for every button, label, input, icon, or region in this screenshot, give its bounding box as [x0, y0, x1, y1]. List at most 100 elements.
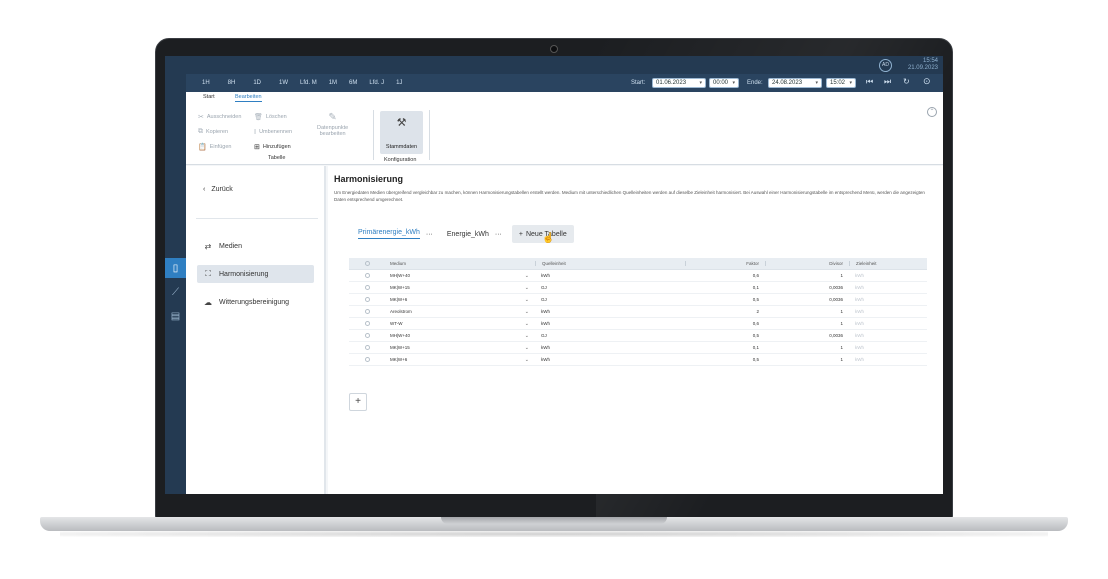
laptop-shadow — [60, 531, 1048, 537]
table-row[interactable]: MK|W+6 ⌄ kWh 0,5 1 kWh — [349, 354, 927, 366]
divisor-cell[interactable]: 0,0036 — [765, 333, 849, 338]
target-unit-cell: kWh — [855, 333, 864, 338]
avatar[interactable]: AD — [879, 59, 892, 72]
checkbox-icon — [364, 309, 370, 314]
medium-select[interactable]: MH|W+40 ⌄ — [385, 273, 535, 279]
range-6m[interactable]: 6M — [349, 80, 357, 86]
range-1m[interactable]: 1M — [329, 80, 337, 86]
range-1d[interactable]: 1D — [253, 80, 261, 86]
back-button[interactable]: ‹ Zurück — [203, 186, 233, 193]
sidebar-item-medien[interactable]: ⇄ Medien — [197, 237, 314, 255]
end-date-field[interactable]: 24.08.2023 ▾ — [768, 78, 822, 88]
divisor-cell[interactable]: 1 — [765, 345, 849, 350]
row-checkbox[interactable] — [349, 333, 385, 338]
source-unit-cell[interactable]: GJ — [535, 333, 685, 338]
end-time-field[interactable]: 15:02 ▾ — [826, 78, 856, 88]
sidebar-item-harmonisierung[interactable]: ⛶ Harmonisierung — [197, 265, 314, 283]
source-unit-cell[interactable]: kWh — [535, 321, 685, 326]
medium-select[interactable]: MK|W+6 ⌄ — [385, 357, 535, 363]
tab-menu-button[interactable]: ··· — [426, 231, 433, 238]
source-unit-cell[interactable]: kWh — [535, 309, 685, 314]
master-data-button[interactable]: ⚒ Stammdaten — [380, 111, 423, 154]
source-unit-cell[interactable]: kWh — [535, 273, 685, 278]
chart-icon: ⟋ — [172, 286, 179, 298]
range-lfd-m[interactable]: Lfd. M — [300, 80, 317, 86]
medium-value: MK|W+6 — [390, 296, 408, 302]
rail-item-chart[interactable]: ⟋ — [165, 282, 186, 302]
factor-cell[interactable]: 0,1 — [685, 345, 765, 350]
divisor-cell[interactable]: 1 — [765, 321, 849, 326]
divisor-cell[interactable]: 0,0036 — [765, 297, 849, 302]
divisor-cell[interactable]: 1 — [765, 273, 849, 278]
source-unit-cell[interactable]: kWh — [535, 357, 685, 362]
chevron-circle-icon[interactable]: ⊙ — [923, 76, 931, 87]
delete-button[interactable]: 🗑 Löschen — [254, 113, 287, 121]
medium-select[interactable]: WT-W ⌄ — [385, 321, 535, 327]
datapoints-button[interactable]: ✎ Datenpunkte bearbeiten — [317, 112, 348, 137]
medium-select[interactable]: MK|W+15 ⌄ — [385, 345, 535, 351]
factor-cell[interactable]: 0,6 — [685, 321, 765, 326]
row-checkbox[interactable] — [349, 297, 385, 302]
table-row[interactable]: MH|W+40 ⌄ kWh 0,6 1 kWh — [349, 270, 927, 282]
paste-button[interactable]: 📋 Einfügen — [198, 143, 231, 151]
table-row[interactable]: MK|W+15 ⌄ kWh 0,1 1 kWh — [349, 342, 927, 354]
divisor-cell[interactable]: 1 — [765, 357, 849, 362]
table-row[interactable]: MK|W+15 ⌄ GJ 0,1 0,0036 kWh — [349, 282, 927, 294]
table-row[interactable]: Areolstrom ⌄ kWh 2 1 kWh — [349, 306, 927, 318]
rail-item-device[interactable]: ▯ — [165, 258, 186, 278]
factor-cell[interactable]: 0,1 — [685, 285, 765, 290]
rename-button[interactable]: Ⅰ Umbenennen — [254, 128, 292, 136]
skip-back-icon[interactable]: ⏮ — [866, 77, 873, 87]
chevron-left-icon: ‹ — [203, 186, 206, 193]
source-unit-cell[interactable]: kWh — [535, 345, 685, 350]
range-lfd-j[interactable]: Lfd. J — [369, 80, 384, 86]
range-1h[interactable]: 1H — [202, 80, 210, 86]
table-body: MH|W+40 ⌄ kWh 0,6 1 kWh MK|W+15 ⌄ GJ 0,1 0,0036 kWh… — [349, 270, 927, 366]
medium-select[interactable]: Areolstrom ⌄ — [385, 309, 535, 315]
divisor-cell[interactable]: 0,0036 — [765, 285, 849, 290]
table-row[interactable]: MH|W+40 ⌄ GJ 0,5 0,0036 kWh — [349, 330, 927, 342]
rail-item-report[interactable]: ▤ — [165, 306, 186, 326]
source-unit-cell[interactable]: GJ — [535, 285, 685, 290]
tab-bearbeiten[interactable]: Bearbeiten — [235, 94, 262, 102]
range-8h[interactable]: 8H — [228, 80, 236, 86]
cut-button[interactable]: ✂ Ausschneiden — [198, 113, 241, 121]
row-checkbox[interactable] — [349, 321, 385, 326]
source-unit-cell[interactable]: GJ — [535, 297, 685, 302]
tab-primaerenergie[interactable]: Primärenergie_kWh — [358, 229, 420, 239]
tab-menu-button[interactable]: ··· — [495, 231, 502, 238]
skip-forward-icon[interactable]: ⏭ — [884, 77, 891, 87]
add-button[interactable]: ⊞ Hinzufügen — [254, 143, 291, 151]
medium-select[interactable]: MH|W+40 ⌄ — [385, 333, 535, 339]
row-checkbox[interactable] — [349, 309, 385, 314]
checkbox-icon — [364, 357, 370, 362]
row-checkbox[interactable] — [349, 357, 385, 362]
factor-cell[interactable]: 0,5 — [685, 357, 765, 362]
range-1j[interactable]: 1J — [396, 80, 402, 86]
medium-select[interactable]: MK|W+6 ⌄ — [385, 297, 535, 303]
table-row[interactable]: WT-W ⌄ kWh 0,6 1 kWh — [349, 318, 927, 330]
row-checkbox[interactable] — [349, 273, 385, 278]
refresh-icon[interactable]: ↻ — [903, 77, 910, 86]
factor-cell[interactable]: 0,5 — [685, 297, 765, 302]
start-time-field[interactable]: 00:00 ▾ — [709, 78, 739, 88]
tab-start[interactable]: Start — [203, 94, 215, 100]
tab-energie[interactable]: Energie_kWh — [447, 231, 489, 238]
factor-cell[interactable]: 0,5 — [685, 333, 765, 338]
sidebar-item-witterung[interactable]: ☁ Witterungsbereinigung — [197, 293, 314, 311]
range-1w[interactable]: 1W — [279, 80, 288, 86]
collapse-ribbon-button[interactable]: ⌃ — [927, 107, 937, 117]
row-checkbox[interactable] — [349, 285, 385, 290]
medium-value: WT-W — [390, 320, 403, 326]
factor-cell[interactable]: 0,6 — [685, 273, 765, 278]
add-row-button[interactable]: + — [349, 393, 367, 411]
divisor-cell[interactable]: 1 — [765, 309, 849, 314]
table-row[interactable]: MK|W+6 ⌄ GJ 0,5 0,0036 kWh — [349, 294, 927, 306]
clock: 15:54 21.09.2023 — [898, 58, 938, 72]
factor-cell[interactable]: 2 — [685, 309, 765, 314]
medium-select[interactable]: MK|W+15 ⌄ — [385, 285, 535, 291]
start-date-field[interactable]: 01.06.2023 ▾ — [652, 78, 706, 88]
row-checkbox[interactable] — [349, 345, 385, 350]
copy-button[interactable]: ⧉ Kopieren — [198, 128, 228, 136]
select-all-checkbox[interactable] — [349, 261, 385, 266]
